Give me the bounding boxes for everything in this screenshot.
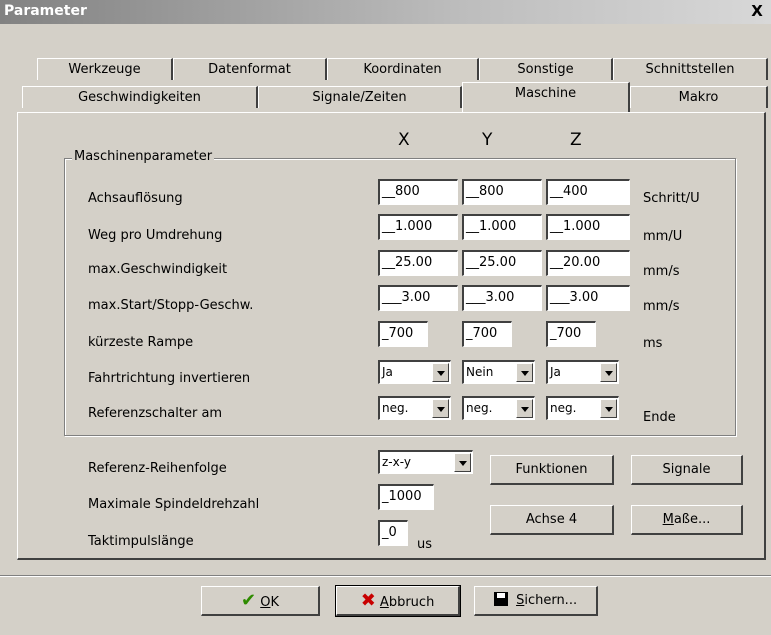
select-referenzschalter-z[interactable]: neg.: [546, 396, 619, 420]
title-bar: Parameter X: [0, 0, 771, 24]
ok-label: OK: [260, 595, 279, 610]
unit-taktimpulslaenge: us: [417, 537, 433, 552]
chevron-down-icon[interactable]: [454, 453, 471, 472]
input-startstopp-y[interactable]: ___3.00: [462, 285, 542, 311]
select-referenzschalter-y-value: neg.: [466, 401, 493, 415]
ok-button[interactable]: ✔ OK: [201, 586, 320, 616]
chevron-down-icon[interactable]: [600, 363, 617, 382]
select-referenzschalter-z-value: neg.: [550, 401, 577, 415]
label-kuerzeste-rampe: kürzeste Rampe: [88, 335, 194, 350]
select-fahrtrichtung-y-value: Nein: [466, 365, 494, 379]
select-fahrtrichtung-x[interactable]: Ja: [378, 360, 451, 384]
tab-werkzeuge[interactable]: Werkzeuge: [37, 58, 173, 80]
input-geschw-y[interactable]: __25.00: [462, 250, 542, 276]
column-header-z: Z: [570, 130, 582, 150]
abbruch-label: Abbruch: [379, 595, 435, 610]
select-referenz-reihenfolge-value: z-x-y: [382, 455, 411, 469]
input-rampe-z[interactable]: _700: [546, 321, 596, 347]
abbruch-button[interactable]: ✖ Abbruch: [335, 585, 461, 617]
masse-label-m: M: [662, 512, 674, 527]
input-rampe-y[interactable]: _700: [462, 321, 512, 347]
sichern-label: Sichern...: [516, 593, 578, 608]
input-spindeldrehzahl[interactable]: _1000: [378, 484, 434, 510]
chevron-down-icon[interactable]: [600, 399, 617, 418]
chevron-down-icon[interactable]: [432, 363, 449, 382]
unit-geschw: mm/s: [643, 264, 680, 279]
label-referenzschalter: Referenzschalter am: [88, 406, 223, 421]
unit-achsaufloesung: Schritt/U: [643, 191, 700, 206]
tab-schnittstellen[interactable]: Schnittstellen: [613, 58, 768, 80]
select-referenzschalter-y[interactable]: neg.: [462, 396, 535, 420]
tab-signale-zeiten[interactable]: Signale/Zeiten: [258, 86, 462, 108]
select-fahrtrichtung-x-value: Ja: [382, 365, 393, 379]
tab-datenformat[interactable]: Datenformat: [173, 58, 327, 80]
signale-button[interactable]: Signale: [631, 455, 743, 485]
label-taktimpulslaenge: Taktimpulslänge: [88, 534, 194, 549]
select-referenz-reihenfolge[interactable]: z-x-y: [378, 450, 473, 474]
close-icon[interactable]: X: [746, 1, 768, 22]
input-rampe-x[interactable]: _700: [378, 321, 428, 347]
chevron-down-icon[interactable]: [432, 399, 449, 418]
select-fahrtrichtung-y[interactable]: Nein: [462, 360, 535, 384]
label-spindeldrehzahl: Maximale Spindeldrehzahl: [88, 497, 260, 512]
label-max-geschwindigkeit: max.Geschwindigkeit: [88, 262, 228, 277]
select-fahrtrichtung-z-value: Ja: [550, 365, 561, 379]
input-geschw-z[interactable]: __20.00: [546, 250, 630, 276]
unit-rampe: ms: [643, 336, 663, 351]
masse-button[interactable]: Maße...: [631, 505, 743, 535]
unit-referenzschalter: Ende: [643, 410, 676, 425]
window-title: Parameter: [4, 3, 87, 19]
tab-geschwindigkeiten[interactable]: Geschwindigkeiten: [22, 86, 258, 108]
footer-separator: [0, 575, 771, 577]
achse4-button[interactable]: Achse 4: [490, 505, 614, 535]
tab-sonstige[interactable]: Sonstige: [479, 58, 613, 80]
label-max-start-stopp: max.Start/Stopp-Geschw.: [88, 298, 254, 313]
masse-label-rest: aße...: [673, 512, 711, 527]
input-weg-x[interactable]: __1.000: [378, 214, 458, 240]
select-referenzschalter-x[interactable]: neg.: [378, 396, 451, 420]
input-weg-z[interactable]: __1.000: [546, 214, 630, 240]
chevron-down-icon[interactable]: [516, 363, 533, 382]
input-startstopp-z[interactable]: ___3.00: [546, 285, 630, 311]
sichern-button[interactable]: Sichern...: [474, 586, 598, 616]
unit-weg: mm/U: [643, 229, 683, 244]
label-referenz-reihenfolge: Referenz-Reihenfolge: [88, 461, 227, 476]
input-taktimpulslaenge[interactable]: _0: [378, 520, 408, 546]
input-achsaufloesung-y[interactable]: __800: [462, 179, 542, 205]
column-header-y: Y: [482, 130, 493, 150]
input-geschw-x[interactable]: __25.00: [378, 250, 458, 276]
cross-icon: ✖: [360, 590, 376, 611]
input-achsaufloesung-x[interactable]: __800: [378, 179, 458, 205]
funktionen-button[interactable]: Funktionen: [490, 455, 614, 485]
unit-startstopp: mm/s: [643, 299, 680, 314]
tab-koordinaten[interactable]: Koordinaten: [327, 58, 479, 80]
input-achsaufloesung-z[interactable]: __400: [546, 179, 630, 205]
label-achsaufloesung: Achsauflösung: [88, 191, 183, 206]
label-fahrtrichtung: Fahrtrichtung invertieren: [88, 371, 251, 386]
group-label: Maschinenparameter: [72, 149, 215, 164]
select-fahrtrichtung-z[interactable]: Ja: [546, 360, 619, 384]
select-referenzschalter-x-value: neg.: [382, 401, 409, 415]
column-header-x: X: [398, 130, 410, 150]
save-disk-icon: [493, 592, 508, 606]
tab-makro[interactable]: Makro: [630, 86, 768, 108]
checkmark-icon: ✔: [241, 590, 257, 611]
chevron-down-icon[interactable]: [516, 399, 533, 418]
input-startstopp-x[interactable]: ___3.00: [378, 285, 458, 311]
tab-maschine[interactable]: Maschine: [462, 82, 630, 113]
label-weg-pro-umdrehung: Weg pro Umdrehung: [88, 228, 223, 243]
input-weg-y[interactable]: __1.000: [462, 214, 542, 240]
